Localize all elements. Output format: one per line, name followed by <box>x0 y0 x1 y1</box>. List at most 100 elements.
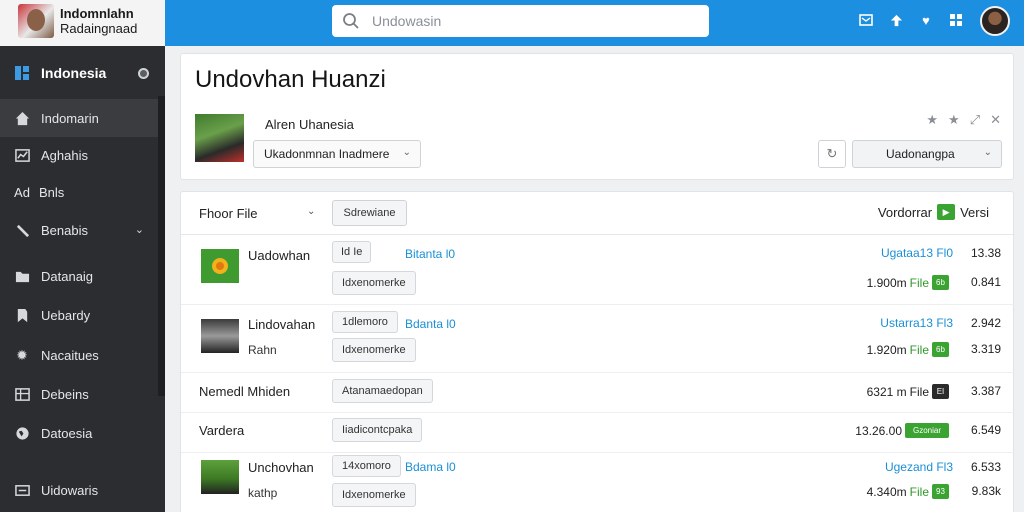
user-avatar[interactable] <box>980 6 1010 36</box>
row-link[interactable]: Bdanta l0 <box>405 317 456 331</box>
header-actions: ★ ★ ⤢ ✕ <box>926 112 1001 128</box>
row-upload-size: 2.942 <box>970 316 1001 330</box>
message-icon[interactable] <box>858 12 874 28</box>
header-card: Undovhan Huanzi Alren Uhanesia Ukadonmna… <box>180 53 1014 180</box>
sidebar-item-datanaig[interactable]: Datanaig <box>0 257 158 295</box>
row-tag-top[interactable]: Id Ie <box>332 241 372 263</box>
refresh-icon: ↻ <box>826 146 838 161</box>
row-file-meta: 13.26.00 Gzoniar <box>855 423 949 438</box>
sidebar-item-debeins[interactable]: Debeins <box>0 375 158 413</box>
header-thumbnail <box>195 114 244 162</box>
sidebar-item-nacaitues[interactable]: ✹ Nacaitues <box>0 336 158 374</box>
wrench-icon <box>14 222 30 238</box>
sidebar-item-label: Uidowaris <box>41 482 99 498</box>
row-file-type: File <box>909 342 929 357</box>
row-tag[interactable]: Iiadicontcpaka <box>332 418 423 442</box>
table-row[interactable]: Vardera Iiadicontcpaka 13.26.00 Gzoniar … <box>181 413 1015 453</box>
table-row[interactable]: Nemedl Mhiden Atanamaedopan 6321 m File … <box>181 373 1015 413</box>
apps-grid-icon[interactable] <box>948 12 964 28</box>
sidebar-item-label: Bnls <box>39 184 65 200</box>
row-file-size: 6321 m <box>866 384 907 399</box>
chevron-down-icon[interactable]: ⌄ <box>307 206 315 217</box>
table-row[interactable]: Unchovhan kathp 14xomoro Bdama l0 Idxeno… <box>181 453 1015 512</box>
list-icon <box>14 482 30 498</box>
row-name-secondary: kathp <box>248 486 278 500</box>
search-input[interactable]: Undowasin <box>332 5 709 37</box>
table-icon <box>14 386 30 402</box>
home-icon <box>14 110 30 126</box>
row-tag[interactable]: Atanamaedopan <box>332 379 433 403</box>
sidebar-item-benabis[interactable]: Benabis ⌄ <box>0 211 158 249</box>
row-name: Vardera <box>199 423 245 438</box>
chart-icon <box>14 147 30 163</box>
row-upload-line[interactable]: Ustarra13 Fl3 <box>880 316 953 330</box>
sidebar-item-bnls[interactable]: Ad Bnls <box>0 173 158 211</box>
header-right-dropdown-value: Uadonangpa <box>886 147 955 161</box>
sidebar-item-label: Aghahis <box>41 147 88 163</box>
sidebar-item-datoesia[interactable]: Datoesia <box>0 414 158 452</box>
row-name: Nemedl Mhiden <box>199 384 291 399</box>
header-dropdown[interactable]: Ukadonmnan Inadmere ⌄ <box>253 140 421 168</box>
row-file-type: File <box>909 275 929 290</box>
row-thumbnail <box>201 319 239 353</box>
row-tag[interactable]: Idxenomerke <box>332 271 416 295</box>
row-file-meta: 1.920m File 6b <box>867 342 949 357</box>
row-file-meta: 4.340m File 93 <box>867 484 949 499</box>
top-icon-group: ♥ <box>858 12 964 28</box>
row-tag[interactable]: Idxenomerke <box>332 338 416 362</box>
chevron-down-icon: ⌄ <box>402 147 411 158</box>
file-table-card: Fhoor File ⌄ Sdrewiane Vordorrar ▶ Versi… <box>180 191 1015 512</box>
version-header-label: Versi <box>960 204 989 220</box>
heart-icon[interactable]: ♥ <box>918 12 934 28</box>
sidebar-item-label: Uebardy <box>41 307 91 323</box>
grid-icon <box>14 65 30 81</box>
row-file-meta: 1.900m File 6b <box>867 275 949 290</box>
row-upload-line[interactable]: Ugataa13 Fl0 <box>881 246 953 260</box>
folder-icon <box>14 268 30 284</box>
row-link[interactable]: Bitanta l0 <box>405 247 455 261</box>
row-upload-line[interactable]: Ugezand Fl3 <box>885 460 953 474</box>
row-tag-top[interactable]: 14xomoro <box>332 455 401 477</box>
expand-icon[interactable]: ⤢ <box>970 112 980 128</box>
upload-icon[interactable] <box>888 12 904 28</box>
row-file-size: 1.900m <box>866 275 907 290</box>
sidebar-scrollbar[interactable] <box>158 96 165 396</box>
pin-icon[interactable]: ★ <box>926 112 938 128</box>
header-right-dropdown[interactable]: Uadonangpa ⌄ <box>852 140 1002 168</box>
ad-icon: Ad <box>14 184 30 200</box>
refresh-button[interactable]: ↻ <box>818 140 846 168</box>
sidebar-item-uidowaris[interactable]: Uidowaris <box>0 471 158 509</box>
row-file-size: 1.920m <box>866 342 907 357</box>
brand-logo <box>18 4 54 38</box>
row-tag-top[interactable]: 1dlemoro <box>332 311 398 333</box>
row-upload-size: 13.38 <box>970 246 1001 260</box>
row-size: 0.841 <box>970 275 1001 289</box>
close-icon[interactable]: ✕ <box>990 112 1001 128</box>
sidebar-item-label: Datoesia <box>41 425 93 441</box>
filter-button[interactable]: Sdrewiane <box>332 200 407 226</box>
brand-header[interactable]: Indomnlahn Radaingnaad <box>0 0 165 46</box>
bookmark-icon <box>14 307 30 323</box>
table-row[interactable]: Uadowhan Id Ie Bitanta l0 Idxenomerke Ug… <box>181 235 1015 305</box>
sidebar-item-uebardy[interactable]: Uebardy <box>0 296 158 334</box>
sidebar-item-aghahis[interactable]: Aghahis <box>0 136 158 174</box>
sidebar-item-label: Debeins <box>41 386 89 402</box>
row-file-type: File <box>909 484 929 499</box>
sidebar-item-label: Benabis <box>41 222 88 238</box>
row-file-size: 4.340m <box>866 484 907 499</box>
row-tag[interactable]: Idxenomerke <box>332 483 416 507</box>
sidebar-header[interactable]: Indonesia <box>0 50 165 96</box>
sidebar-item-home[interactable]: Indomarin <box>0 99 165 137</box>
row-link[interactable]: Bdama l0 <box>405 460 456 474</box>
row-badge: 6b <box>932 342 949 357</box>
status-dot-icon <box>138 68 149 79</box>
row-size: 3.319 <box>970 342 1001 356</box>
version-column-header[interactable]: Vordorrar ▶ Versi <box>878 204 989 220</box>
table-row[interactable]: Lindovahan Rahn 1dlemoro Bdanta l0 Idxen… <box>181 305 1015 373</box>
chevron-down-icon: ⌄ <box>983 147 992 158</box>
file-column-header[interactable]: Fhoor File <box>199 206 258 221</box>
row-badge: 6b <box>932 275 949 290</box>
page-title: Undovhan Huanzi <box>195 66 386 93</box>
star-icon[interactable]: ★ <box>948 112 960 128</box>
row-thumbnail <box>201 249 239 283</box>
